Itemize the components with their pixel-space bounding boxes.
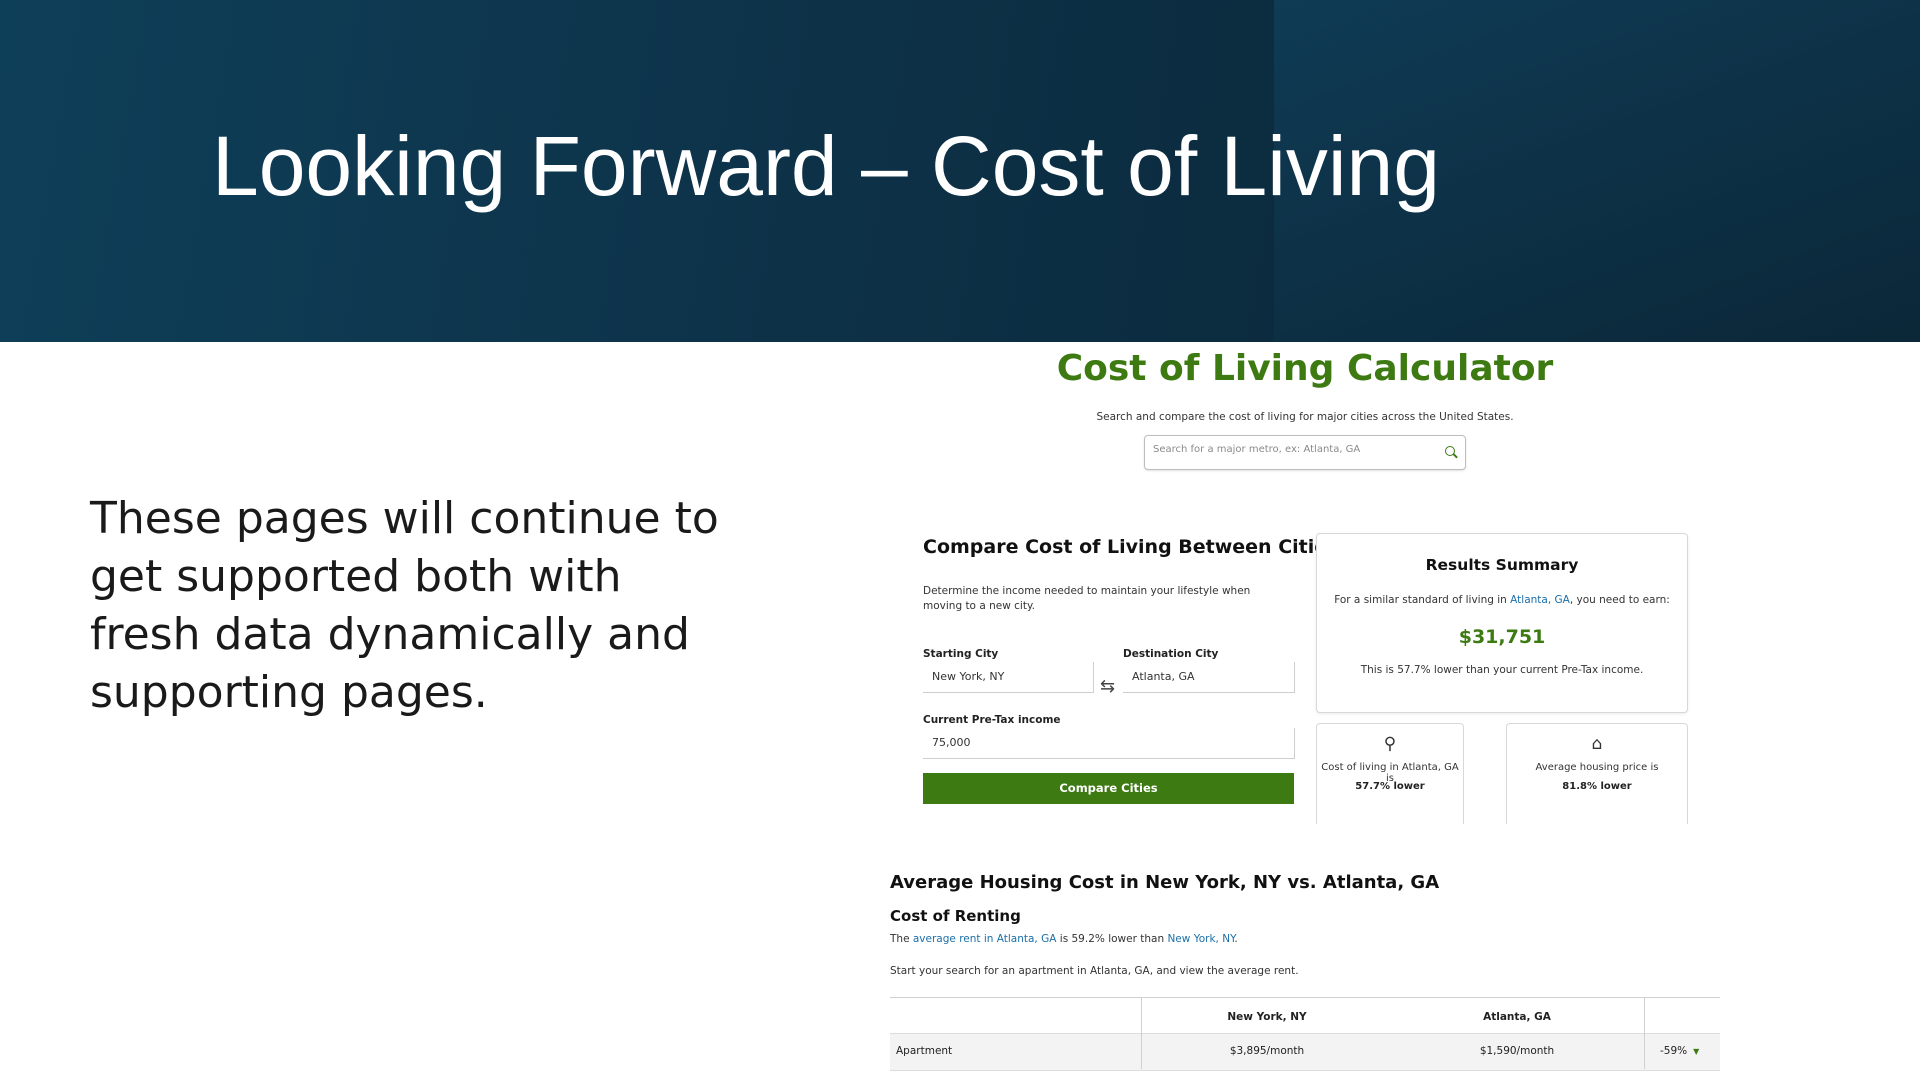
calculator-subtitle: Search and compare the cost of living fo…: [1096, 411, 1514, 423]
results-note: This is 57.7% lower than your current Pr…: [1360, 664, 1644, 676]
results-summary-card: Results Summary For a similar standard o…: [1316, 533, 1688, 713]
swap-icon[interactable]: ⇆: [1100, 678, 1115, 696]
average-rent-link[interactable]: average rent in Atlanta, GA: [913, 933, 1057, 945]
rent-end: .: [1234, 933, 1238, 945]
income-label: Current Pre-Tax income: [923, 714, 1061, 726]
money-bag-icon: ⚲: [1383, 734, 1397, 754]
destination-city-value: Atlanta, GA: [1132, 670, 1195, 683]
results-summary-line: For a similar standard of living in Atla…: [1317, 594, 1687, 606]
rent-comparison-text: The average rent in Atlanta, GA is 59.2%…: [890, 933, 1238, 945]
compare-title: Compare Cost of Living Between Cities: [923, 536, 1339, 558]
compare-description: Determine the income needed to maintain …: [923, 585, 1251, 612]
calculator-screenshot: Cost of Living Calculator Search and com…: [890, 342, 1720, 1080]
house-icon: ⌂: [1591, 734, 1603, 754]
title-banner: Looking Forward – Cost of Living: [0, 0, 1920, 342]
slide-title: Looking Forward – Cost of Living: [212, 119, 1440, 213]
table-row: Apartment $3,895/month $1,590/month -59%…: [890, 1033, 1720, 1071]
row-atl-value: $1,590/month: [1479, 1045, 1555, 1057]
table-divider: [1644, 998, 1645, 1069]
search-input[interactable]: [1153, 444, 1433, 455]
down-arrow-icon: ▼: [1693, 1047, 1700, 1056]
apartment-search-text: Start your search for an apartment in At…: [890, 965, 1299, 977]
table-header-ny: New York, NY: [1227, 1011, 1307, 1023]
results-summary-title: Results Summary: [1425, 556, 1579, 574]
table-header-atl: Atlanta, GA: [1483, 1011, 1551, 1023]
search-box[interactable]: [1144, 435, 1466, 470]
rent-table: New York, NY Atlanta, GA Apartment $3,89…: [890, 997, 1720, 1081]
starting-city-field[interactable]: New York, NY: [923, 662, 1094, 693]
slide-body-text: These pages will continue to get support…: [90, 493, 719, 718]
housing-cost-title: Average Housing Cost in New York, NY vs.…: [890, 872, 1440, 893]
housing-price-card: ⌂ Average housing price is 81.8% lower: [1506, 723, 1688, 824]
calculator-title: Cost of Living Calculator: [1056, 348, 1554, 389]
compare-section: Compare Cost of Living Between Cities De…: [890, 502, 1720, 824]
row-ny-value: $3,895/month: [1229, 1045, 1305, 1057]
compare-cities-button[interactable]: Compare Cities: [923, 773, 1294, 804]
renting-title: Cost of Renting: [890, 907, 1021, 925]
housing-price-value: 81.8% lower: [1562, 781, 1632, 792]
summary-line-suffix: , you need to earn:: [1569, 594, 1670, 606]
starting-city-value: New York, NY: [932, 670, 1005, 683]
housing-price-text: Average housing price is: [1535, 762, 1659, 773]
results-amount: $31,751: [1458, 626, 1546, 648]
income-field[interactable]: 75,000: [923, 728, 1295, 759]
income-value: 75,000: [932, 736, 971, 749]
summary-city-link[interactable]: Atlanta, GA: [1510, 594, 1570, 606]
new-york-link[interactable]: New York, NY: [1167, 933, 1234, 945]
cost-of-living-card: ⚲ Cost of living in Atlanta, GA is 57.7%…: [1316, 723, 1464, 824]
row-diff: -59% ▼: [1660, 1045, 1699, 1057]
rent-mid: is 59.2% lower than: [1059, 933, 1165, 945]
row-label: Apartment: [896, 1045, 953, 1057]
cost-of-living-value: 57.7% lower: [1355, 781, 1425, 792]
summary-line-prefix: For a similar standard of living in: [1334, 594, 1507, 606]
starting-city-label: Starting City: [923, 648, 999, 660]
search-icon[interactable]: [1445, 446, 1455, 456]
rent-prefix: The: [890, 933, 910, 945]
destination-city-label: Destination City: [1123, 648, 1219, 660]
destination-city-field[interactable]: Atlanta, GA: [1123, 662, 1295, 693]
row-diff-value: -59%: [1660, 1045, 1688, 1057]
table-divider: [1141, 998, 1142, 1069]
